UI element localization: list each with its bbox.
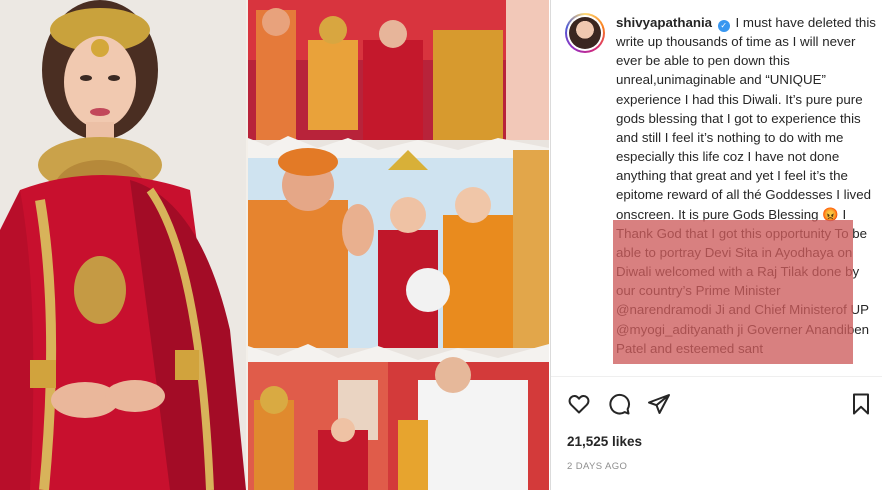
save-button[interactable] [849,392,875,418]
share-button[interactable] [647,392,673,418]
post-date[interactable]: 2 DAYS AGO [567,461,627,472]
share-icon [648,394,670,414]
avatar[interactable] [565,13,605,53]
verified-icon: ✓ [717,20,730,32]
comment-icon [609,393,630,415]
avatar-ring [567,15,603,51]
post-media[interactable] [0,0,549,490]
avatar-image [569,17,601,49]
collage-photo [248,0,549,490]
bookmark-icon [853,393,869,415]
divider [551,376,882,377]
heart-icon [568,394,590,414]
comment-button[interactable] [607,392,633,418]
text-highlight [613,220,853,364]
bride-photo [0,0,246,490]
like-button[interactable] [567,392,593,418]
username-link[interactable]: shivyapathania [616,15,712,30]
likes-count[interactable]: 21,525 likes [567,434,642,449]
action-bar [567,392,872,418]
